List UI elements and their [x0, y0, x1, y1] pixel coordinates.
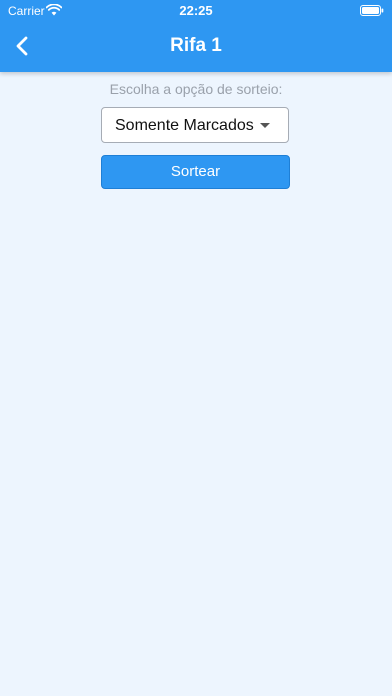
nav-bar: Rifa 1: [0, 22, 392, 72]
status-time: 22:25: [179, 3, 213, 18]
draw-button[interactable]: Sortear: [101, 155, 290, 189]
page-title: Rifa 1: [170, 35, 222, 56]
caret-down-icon: [260, 123, 270, 128]
status-bar: Carrier 22:25: [0, 0, 392, 22]
app-header: Carrier 22:25 Rifa 1: [0, 0, 392, 72]
battery-icon: [360, 5, 384, 16]
draw-option-dropdown[interactable]: Somente Marcados: [101, 107, 289, 143]
draw-option-prompt: Escolha a opção de sorteio:: [109, 81, 283, 97]
dropdown-selected-value: Somente Marcados: [115, 117, 254, 134]
